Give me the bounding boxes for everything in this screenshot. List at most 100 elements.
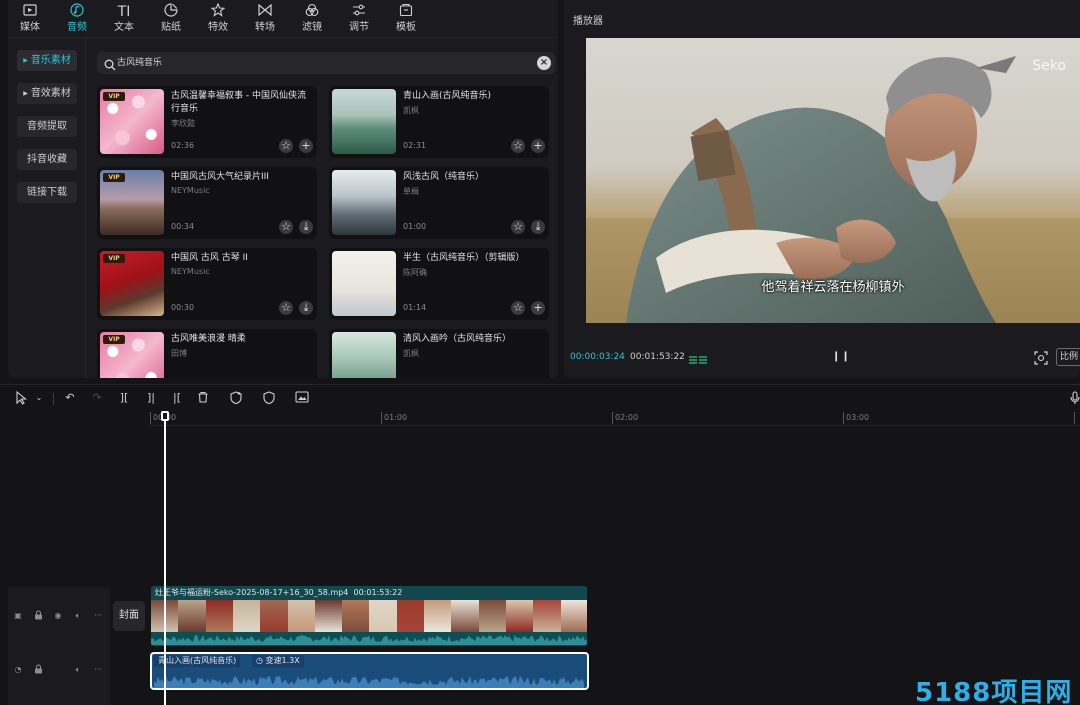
fit-screen-icon[interactable]: [1034, 350, 1048, 365]
music-card[interactable]: 清风入画吟（古风纯音乐） 凯枫: [329, 329, 549, 378]
download-icon[interactable]: ⤓: [531, 220, 545, 234]
lock-icon[interactable]: [32, 664, 44, 676]
add-to-track-icon[interactable]: +: [531, 139, 545, 153]
eye-icon[interactable]: ◉: [52, 610, 64, 622]
library-sidebar: ▶ 音乐素材 ▶ 音效素材 音频提取 抖音收藏 链接下载: [8, 38, 86, 378]
favorite-star-icon[interactable]: ☆: [511, 139, 525, 153]
music-card[interactable]: 风浅古风（纯音乐） 单楫 01:00 ☆ ⤓: [329, 167, 549, 239]
sidebar-item-douyin-favorites[interactable]: 抖音收藏: [17, 149, 77, 170]
tab-adjust[interactable]: 调节: [337, 3, 381, 35]
volume-icon[interactable]: 🔈︎: [72, 664, 84, 676]
favorite-star-icon[interactable]: ☆: [279, 139, 293, 153]
video-subtitle: 他驾着祥云落在杨柳镇外: [761, 280, 905, 295]
select-cursor-icon[interactable]: [14, 390, 28, 405]
lock-icon[interactable]: [32, 610, 44, 622]
freeze-frame-icon[interactable]: [229, 391, 243, 405]
favorite-star-icon[interactable]: ☆: [511, 301, 525, 315]
music-card[interactable]: 青山入画(古风纯音乐) 凯枫 02:31 ☆ +: [329, 86, 549, 158]
music-card[interactable]: VIP 古风唯美浪漫 晴柔 田博: [97, 329, 317, 378]
tab-text[interactable]: TI 文本: [102, 3, 146, 35]
video-thumbnail-frame: [205, 600, 234, 632]
clear-search-icon[interactable]: ×: [537, 56, 551, 70]
filter-icon: [290, 3, 334, 21]
aspect-ratio-button[interactable]: 比例: [1056, 348, 1080, 366]
video-thumbnail-frame: [505, 600, 534, 632]
vip-badge: VIP: [103, 173, 125, 182]
mark-icon[interactable]: [262, 391, 276, 405]
template-icon: [384, 3, 428, 21]
library-panel: 媒体 音频 TI 文本 贴纸 特效 转场 滤镜 调节 模板 ▶ 音乐素材 ▶ 音…: [8, 0, 558, 378]
delete-icon[interactable]: [196, 391, 210, 405]
audio-waveform: [154, 676, 584, 688]
music-cover: VIP: [100, 251, 164, 316]
image-edit-icon[interactable]: [295, 391, 309, 405]
download-icon[interactable]: ⤓: [299, 301, 313, 315]
split-icon[interactable]: ][: [117, 391, 131, 405]
music-card[interactable]: VIP 古风温馨幸福叙事 - 中国风仙侠流行音乐 李欣懿 02:36 ☆ +: [97, 86, 317, 158]
music-card[interactable]: VIP 中国风古风大气纪录片III NEYMusic 00:34 ☆ ⤓: [97, 167, 317, 239]
playhead-handle[interactable]: [161, 411, 169, 421]
tab-template[interactable]: 模板: [384, 3, 428, 35]
vip-badge: VIP: [103, 92, 125, 101]
video-preview[interactable]: Seko 他驾着祥云落在杨柳镇外: [586, 38, 1080, 323]
video-clip[interactable]: 灶王爷与福运粉-Seko-2025-08-17+16_30_58.mp4 00:…: [151, 586, 587, 646]
download-icon[interactable]: ⤓: [299, 220, 313, 234]
tab-sticker[interactable]: 贴纸: [149, 3, 193, 35]
tab-audio-label: 音频: [67, 22, 87, 33]
audio-clip[interactable]: 青山入画(古风纯音乐) ◷ 变速1.3X: [150, 652, 589, 690]
music-card[interactable]: 半生（古风纯音乐）（剪辑版） 陈阿确 01:14 ☆ +: [329, 248, 549, 320]
tab-effects[interactable]: 特效: [196, 2, 240, 35]
audio-meter-icon: [688, 351, 708, 364]
pause-icon[interactable]: ❙❙: [832, 351, 851, 362]
tab-effects-label: 特效: [208, 22, 228, 33]
tab-media[interactable]: 媒体: [8, 3, 52, 35]
speed-icon: ◷: [256, 656, 263, 665]
site-watermark: 5188项目网: [915, 678, 1073, 705]
search-icon: [104, 56, 118, 71]
music-card[interactable]: VIP 中国风 古风 古琴 II NEYMusic 00:30 ☆ ⤓: [97, 248, 317, 320]
sidebar-item-music-assets[interactable]: ▶ 音乐素材: [17, 50, 77, 71]
music-cover: [332, 251, 396, 316]
video-thumbnail-frame: [560, 600, 587, 632]
favorite-star-icon[interactable]: ☆: [279, 301, 293, 315]
sticker-icon: [149, 3, 193, 21]
ruler-label: 03:00: [846, 413, 870, 422]
add-to-track-icon[interactable]: +: [299, 139, 313, 153]
music-artist: NEYMusic: [171, 186, 210, 195]
more-icon[interactable]: ···: [92, 664, 104, 676]
more-icon[interactable]: ···: [92, 610, 104, 622]
music-artist: 凯枫: [403, 106, 419, 115]
tab-sticker-label: 贴纸: [161, 22, 181, 33]
volume-icon[interactable]: 🔈︎: [72, 610, 84, 622]
cover-button[interactable]: 封面: [113, 601, 145, 631]
current-time: 00:00:03:24: [570, 352, 625, 362]
favorite-star-icon[interactable]: ☆: [279, 220, 293, 234]
chevron-down-icon[interactable]: ⌄: [32, 391, 46, 405]
video-clip-header: 灶王爷与福运粉-Seko-2025-08-17+16_30_58.mp4 00:…: [151, 586, 587, 600]
tab-audio[interactable]: 音频: [55, 3, 99, 35]
add-to-track-icon[interactable]: +: [531, 301, 545, 315]
microphone-icon[interactable]: [1068, 391, 1080, 405]
tab-transition[interactable]: 转场: [243, 3, 287, 35]
music-title: 清风入画吟（古风纯音乐）: [403, 334, 512, 344]
sidebar-item-sound-effects[interactable]: ▶ 音效素材: [17, 83, 77, 104]
music-duration: 00:30: [171, 303, 195, 312]
favorite-star-icon[interactable]: ☆: [511, 220, 525, 234]
expand-triangle-icon: ▶: [23, 57, 28, 64]
playhead[interactable]: [164, 412, 166, 705]
tab-adjust-label: 调节: [349, 22, 369, 33]
tab-filter[interactable]: 滤镜: [290, 3, 334, 35]
music-title: 半生（古风纯音乐）（剪辑版）: [403, 253, 525, 263]
video-thumbnail-frame: [178, 600, 207, 632]
undo-icon[interactable]: ↶: [63, 391, 77, 405]
sidebar-item-link-download[interactable]: 链接下载: [17, 182, 77, 203]
sidebar-item-label: 音乐素材: [30, 55, 71, 66]
video-thumbnail-frame: [533, 600, 562, 632]
trim-right-icon[interactable]: |[: [170, 391, 184, 405]
trim-left-icon[interactable]: ]|: [144, 391, 158, 405]
video-track-icon: ▣: [14, 611, 22, 620]
music-search-input[interactable]: 古风纯音乐 ×: [97, 52, 555, 74]
ruler-tick: [1074, 412, 1075, 424]
sidebar-item-audio-extract[interactable]: 音频提取: [17, 116, 77, 137]
timeline-ruler[interactable]: 00:00 01:00 02:00 03:00: [150, 412, 1080, 426]
